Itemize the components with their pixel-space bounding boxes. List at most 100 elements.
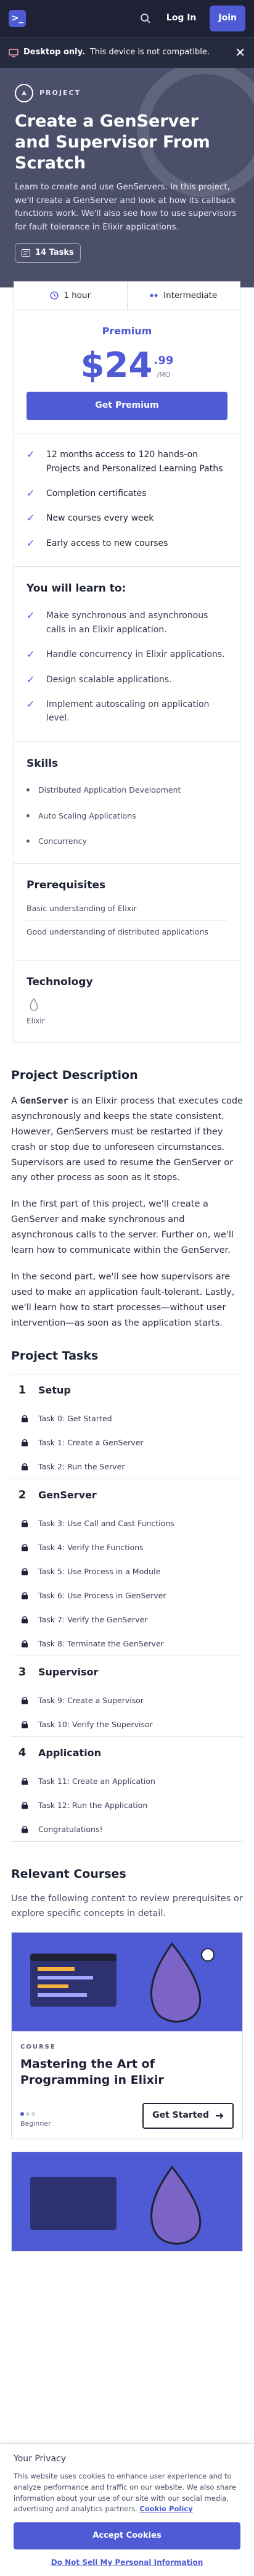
task-label: Task 12: Run the Application	[38, 1800, 148, 1810]
task-item[interactable]: Task 0: Get Started	[11, 1406, 243, 1430]
related-heading: Relevant Courses	[11, 1867, 126, 1881]
task-item[interactable]: Congratulations!	[11, 1817, 243, 1841]
module-header[interactable]: 4 Application	[11, 1736, 243, 1769]
description-paragraph-3: In the second part, we'll see how superv…	[11, 1272, 235, 1328]
skill-text: Auto Scaling Applications	[38, 811, 136, 820]
bullet-icon	[27, 788, 30, 792]
login-button[interactable]: Log In	[163, 8, 200, 29]
genserver-term: GenServer	[20, 1096, 69, 1106]
clock-icon	[50, 291, 59, 300]
privacy-text: This website uses cookies to enhance use…	[14, 2472, 236, 2514]
task-item[interactable]: Task 4: Verify the Functions	[11, 1535, 243, 1559]
learn-item: ✓ Implement autoscaling on application le…	[27, 698, 227, 725]
feature-text: Completion certificates	[46, 488, 147, 498]
duration-label: 1 hour	[63, 290, 91, 300]
feature-text: Early access to new courses	[46, 538, 168, 548]
check-icon: ✓	[27, 537, 35, 549]
bullet-icon	[27, 814, 30, 817]
course-image	[12, 1932, 242, 2031]
task-item[interactable]: Task 3: Use Call and Cast Functions	[11, 1511, 243, 1535]
do-not-sell-link[interactable]: Do Not Sell My Personal Information	[14, 2557, 240, 2569]
skill-item: Auto Scaling Applications	[27, 810, 227, 822]
description-heading: Project Description	[11, 1068, 138, 1083]
elixir-icon	[29, 997, 43, 1012]
hero-section: PROJECT Create a GenServer and Superviso…	[0, 68, 254, 287]
cookie-policy-link[interactable]: Cookie Policy	[139, 2504, 192, 2513]
task-item[interactable]: Task 1: Create a GenServer	[11, 1430, 243, 1455]
technology-section: Technology Elixir	[14, 960, 240, 1042]
level-info: Intermediate	[126, 281, 240, 310]
banner-text: This device is not compatible.	[89, 47, 210, 57]
task-item[interactable]: Task 6: Use Process in GenServer	[11, 1583, 243, 1608]
lock-icon	[21, 1616, 28, 1624]
skills-heading: Skills	[27, 757, 59, 770]
description-paragraph-2: In the first part of this project, we'll…	[11, 1199, 234, 1256]
lock-icon	[21, 1414, 28, 1422]
feature-item: ✓ New courses every week	[27, 511, 227, 525]
skill-text: Distributed Application Development	[38, 785, 181, 795]
task-label: Task 9: Create a Supervisor	[38, 1695, 144, 1705]
prerequisite-item: Basic understanding of Elixir	[27, 903, 137, 913]
accept-cookies-button[interactable]: Accept Cookies	[14, 2522, 240, 2550]
lock-icon	[21, 1696, 28, 1704]
price: $24 .99 /MO	[27, 349, 227, 383]
course-card-second[interactable]	[11, 2152, 243, 2252]
module-header[interactable]: 2 GenServer	[11, 1479, 243, 1511]
task-label: Task 10: Verify the Supervisor	[38, 1719, 153, 1729]
feature-item: ✓ Completion certificates	[27, 487, 227, 500]
task-item[interactable]: Task 2: Run the Server	[11, 1455, 243, 1479]
close-icon[interactable]: ✕	[235, 43, 245, 62]
module-title: Supervisor	[38, 1666, 99, 1678]
course-label: COURSE	[20, 2043, 56, 2050]
rocket-icon	[15, 84, 33, 102]
module-number: 3	[18, 1666, 27, 1679]
list-icon	[22, 249, 30, 257]
task-item[interactable]: Task 10: Verify the Supervisor	[11, 1712, 243, 1736]
arrow-right-icon	[215, 2112, 224, 2120]
task-item[interactable]: Task 9: Create a Supervisor	[11, 1688, 243, 1712]
task-item[interactable]: Task 11: Create an Application	[11, 1769, 243, 1793]
module-title: Application	[38, 1746, 102, 1759]
skill-item: Concurrency	[27, 835, 227, 847]
module-number: 4	[18, 1746, 27, 1759]
task-label: Task 5: Use Process in a Module	[38, 1566, 161, 1576]
tasks-count-badge: 14 Tasks	[15, 242, 81, 263]
get-started-button[interactable]: Get Started	[142, 2103, 234, 2129]
module-header[interactable]: 3 Supervisor	[11, 1656, 243, 1688]
course-title: Mastering the Art of Programming in Elix…	[20, 2057, 164, 2087]
task-modules: 1 Setup Task 0: Get Started Task 1: Create …	[11, 1374, 243, 1842]
related-subtitle: Use the following content to review prer…	[11, 1894, 243, 1918]
check-icon: ✓	[27, 698, 35, 711]
module-title: Setup	[38, 1384, 71, 1396]
task-item[interactable]: Task 8: Terminate the GenServer	[11, 1632, 243, 1656]
logo[interactable]: >_	[9, 10, 26, 27]
learn-item-text: Implement autoscaling on application lev…	[46, 700, 210, 724]
check-icon: ✓	[27, 512, 35, 524]
task-label: Task 3: Use Call and Cast Functions	[38, 1518, 174, 1528]
search-icon[interactable]	[138, 11, 153, 26]
task-item[interactable]: Task 5: Use Process in a Module	[11, 1559, 243, 1583]
cookie-consent-banner: Your Privacy This website uses cookies t…	[0, 2443, 254, 2576]
module-header[interactable]: 1 Setup	[11, 1374, 243, 1406]
learn-section: You will learn to: ✓ Make synchronous and…	[14, 567, 240, 742]
prerequisite-item: Good understanding of distributed applic…	[27, 920, 227, 938]
lock-icon	[21, 1463, 28, 1471]
task-item[interactable]: Task 12: Run the Application	[11, 1793, 243, 1817]
project-description: A GenServer is an Elixir process that ex…	[11, 1094, 243, 1331]
module-number: 2	[18, 1488, 27, 1502]
task-label: Task 7: Verify the GenServer	[38, 1614, 148, 1624]
skills-section: Skills Distributed Application Developme…	[14, 742, 240, 864]
pricing-card: 1 hour Intermediate Premium $24 .99 /MO …	[14, 281, 240, 1044]
task-label: Task 6: Use Process in GenServer	[38, 1590, 166, 1600]
task-label: Task 11: Create an Application	[38, 1776, 155, 1786]
privacy-heading: Your Privacy	[14, 2454, 67, 2464]
get-premium-button[interactable]: Get Premium	[27, 392, 227, 421]
lock-icon	[21, 1640, 28, 1648]
learn-item: ✓ Design scalable applications.	[27, 673, 227, 687]
course-card[interactable]: COURSE Mastering the Art of Programming …	[11, 1931, 243, 2140]
join-button[interactable]: Join	[210, 6, 245, 31]
learn-item: ✓ Handle concurrency in Elixir applicatio…	[27, 648, 227, 661]
check-icon: ✓	[27, 487, 35, 499]
task-label: Task 1: Create a GenServer	[38, 1438, 144, 1448]
task-item[interactable]: Task 7: Verify the GenServer	[11, 1608, 243, 1632]
